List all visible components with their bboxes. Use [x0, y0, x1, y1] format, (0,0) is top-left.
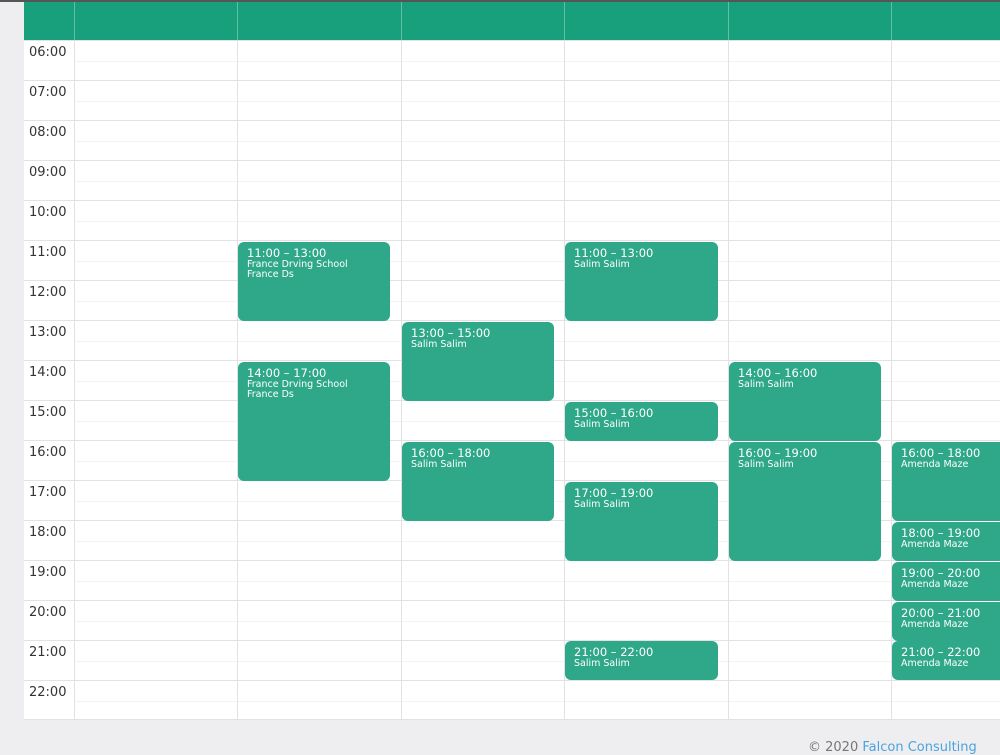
- hour-line: [24, 120, 1000, 121]
- event-subtitle: France Ds: [247, 389, 294, 400]
- calendar-event[interactable]: 17:00 – 19:00 Salim Salim: [565, 482, 718, 561]
- event-title: Amenda Maze: [901, 459, 969, 470]
- half-hour-line: [74, 581, 1000, 582]
- time-label: 16:00: [29, 445, 67, 460]
- event-title: Salim Salim: [738, 459, 794, 470]
- header-separator: [237, 2, 238, 40]
- half-hour-line: [74, 301, 1000, 302]
- hour-line: [24, 240, 1000, 241]
- half-hour-line: [74, 261, 1000, 262]
- calendar-event[interactable]: 16:00 – 18:00 Amenda Maze: [892, 442, 1000, 521]
- header-separator: [74, 2, 75, 40]
- event-title: Amenda Maze: [901, 658, 969, 669]
- hour-line: [24, 160, 1000, 161]
- time-label: 08:00: [29, 125, 67, 140]
- header-separator: [728, 2, 729, 40]
- calendar-event[interactable]: 21:00 – 22:00 Amenda Maze: [892, 641, 1000, 680]
- time-label: 07:00: [29, 85, 67, 100]
- event-title: Amenda Maze: [901, 619, 969, 630]
- calendar-event[interactable]: 14:00 – 17:00 France Drving School Franc…: [238, 362, 390, 481]
- event-title: Salim Salim: [574, 658, 630, 669]
- time-label: 13:00: [29, 325, 67, 340]
- event-subtitle: France Ds: [247, 269, 294, 280]
- week-calendar: 06:00 07:00 08:00 09:00 10:00 11:00 12:0…: [24, 2, 1000, 720]
- calendar-event[interactable]: 11:00 – 13:00 Salim Salim: [565, 242, 718, 321]
- hour-line: [24, 600, 1000, 601]
- calendar-event[interactable]: 21:00 – 22:00 Salim Salim: [565, 641, 718, 680]
- time-label: 06:00: [29, 45, 67, 60]
- calendar-event[interactable]: 11:00 – 13:00 France Drving School Franc…: [238, 242, 390, 321]
- event-title: Amenda Maze: [901, 539, 969, 550]
- time-label: 18:00: [29, 525, 67, 540]
- event-title: Salim Salim: [574, 259, 630, 270]
- half-hour-line: [74, 661, 1000, 662]
- half-hour-line: [74, 701, 1000, 702]
- footer-copyright: © 2020: [808, 740, 863, 755]
- time-label: 22:00: [29, 685, 67, 700]
- header-separator: [891, 2, 892, 40]
- column-line: [74, 40, 75, 720]
- calendar-event[interactable]: 14:00 – 16:00 Salim Salim: [729, 362, 881, 441]
- header-separator: [401, 2, 402, 40]
- time-label: 21:00: [29, 645, 67, 660]
- calendar-event[interactable]: 16:00 – 18:00 Salim Salim: [402, 442, 554, 521]
- calendar-event[interactable]: 19:00 – 20:00 Amenda Maze: [892, 562, 1000, 601]
- half-hour-line: [74, 621, 1000, 622]
- hour-line: [24, 680, 1000, 681]
- half-hour-line: [74, 101, 1000, 102]
- calendar-header: [24, 2, 1000, 40]
- hour-line: [24, 640, 1000, 641]
- time-label: 20:00: [29, 605, 67, 620]
- hour-line: [24, 40, 1000, 41]
- time-label: 12:00: [29, 285, 67, 300]
- time-label: 14:00: [29, 365, 67, 380]
- event-title: Salim Salim: [574, 499, 630, 510]
- column-line: [564, 40, 565, 720]
- time-label: 09:00: [29, 165, 67, 180]
- time-label: 19:00: [29, 565, 67, 580]
- calendar-event[interactable]: 15:00 – 16:00 Salim Salim: [565, 402, 718, 441]
- half-hour-line: [74, 141, 1000, 142]
- time-label: 11:00: [29, 245, 67, 260]
- calendar-bottom-border: [24, 719, 1000, 720]
- calendar-event[interactable]: 18:00 – 19:00 Amenda Maze: [892, 522, 1000, 561]
- event-title: Salim Salim: [574, 419, 630, 430]
- footer-company-link[interactable]: Falcon Consulting: [862, 740, 976, 755]
- event-title: Amenda Maze: [901, 579, 969, 590]
- hour-line: [24, 320, 1000, 321]
- header-separator: [564, 2, 565, 40]
- event-title: Salim Salim: [738, 379, 794, 390]
- time-label: 10:00: [29, 205, 67, 220]
- hour-line: [24, 80, 1000, 81]
- half-hour-line: [74, 181, 1000, 182]
- calendar-event[interactable]: 16:00 – 19:00 Salim Salim: [729, 442, 881, 561]
- hour-line: [24, 280, 1000, 281]
- half-hour-line: [74, 221, 1000, 222]
- footer: © 2020 Falcon Consulting: [808, 740, 977, 755]
- event-title: Salim Salim: [411, 459, 467, 470]
- event-title: Salim Salim: [411, 339, 467, 350]
- calendar-event[interactable]: 20:00 – 21:00 Amenda Maze: [892, 602, 1000, 641]
- time-label: 15:00: [29, 405, 67, 420]
- calendar-event[interactable]: 13:00 – 15:00 Salim Salim: [402, 322, 554, 401]
- half-hour-line: [74, 61, 1000, 62]
- time-label: 17:00: [29, 485, 67, 500]
- hour-line: [24, 200, 1000, 201]
